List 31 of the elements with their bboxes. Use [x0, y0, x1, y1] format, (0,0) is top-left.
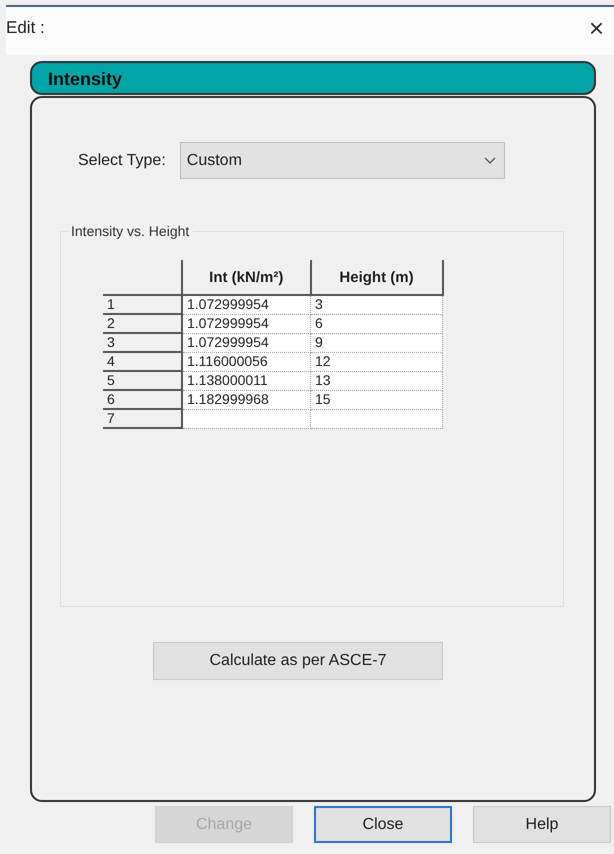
row-header: 4 [103, 352, 182, 371]
row-header: 7 [103, 409, 182, 428]
chevron-icon [484, 156, 496, 164]
column-header[interactable]: Int (kN/m²) [182, 260, 310, 295]
dialog-button[interactable]: Close [314, 806, 452, 843]
dialog-button[interactable]: Help [473, 806, 611, 843]
window-title: Edit : [6, 18, 45, 38]
table-cell[interactable]: 1.072999954 [182, 314, 310, 333]
table-cell[interactable]: 15 [310, 390, 442, 409]
table-cell[interactable]: 1.182999968 [182, 390, 310, 409]
table-cell[interactable]: 12 [310, 352, 442, 371]
row-header: 3 [103, 333, 182, 352]
table-cell[interactable]: 9 [310, 333, 442, 352]
panel-header: Intensity [30, 61, 596, 95]
column-header[interactable]: Height (m) [310, 260, 442, 295]
table-cell[interactable]: 1.138000011 [182, 371, 310, 390]
type-dropdown[interactable]: Custom [180, 142, 505, 179]
table-cell[interactable]: 3 [310, 295, 442, 314]
table-cell[interactable]: 1.116000056 [182, 352, 310, 371]
select-type-label: Select Type: [78, 152, 166, 170]
row-header: 2 [103, 314, 182, 333]
calculate-button[interactable]: Calculate as per ASCE-7 [153, 642, 443, 680]
table-cell[interactable]: 13 [310, 371, 442, 390]
group-title: Intensity vs. Height [69, 223, 194, 239]
table-cell[interactable]: 1.072999954 [182, 333, 310, 352]
table-cell[interactable]: 1.072999954 [182, 295, 310, 314]
row-header: 5 [103, 371, 182, 390]
close-button[interactable]: × [588, 15, 604, 41]
row-header: 1 [103, 295, 182, 314]
table-cell[interactable]: 6 [310, 314, 442, 333]
row-header: 6 [103, 390, 182, 409]
